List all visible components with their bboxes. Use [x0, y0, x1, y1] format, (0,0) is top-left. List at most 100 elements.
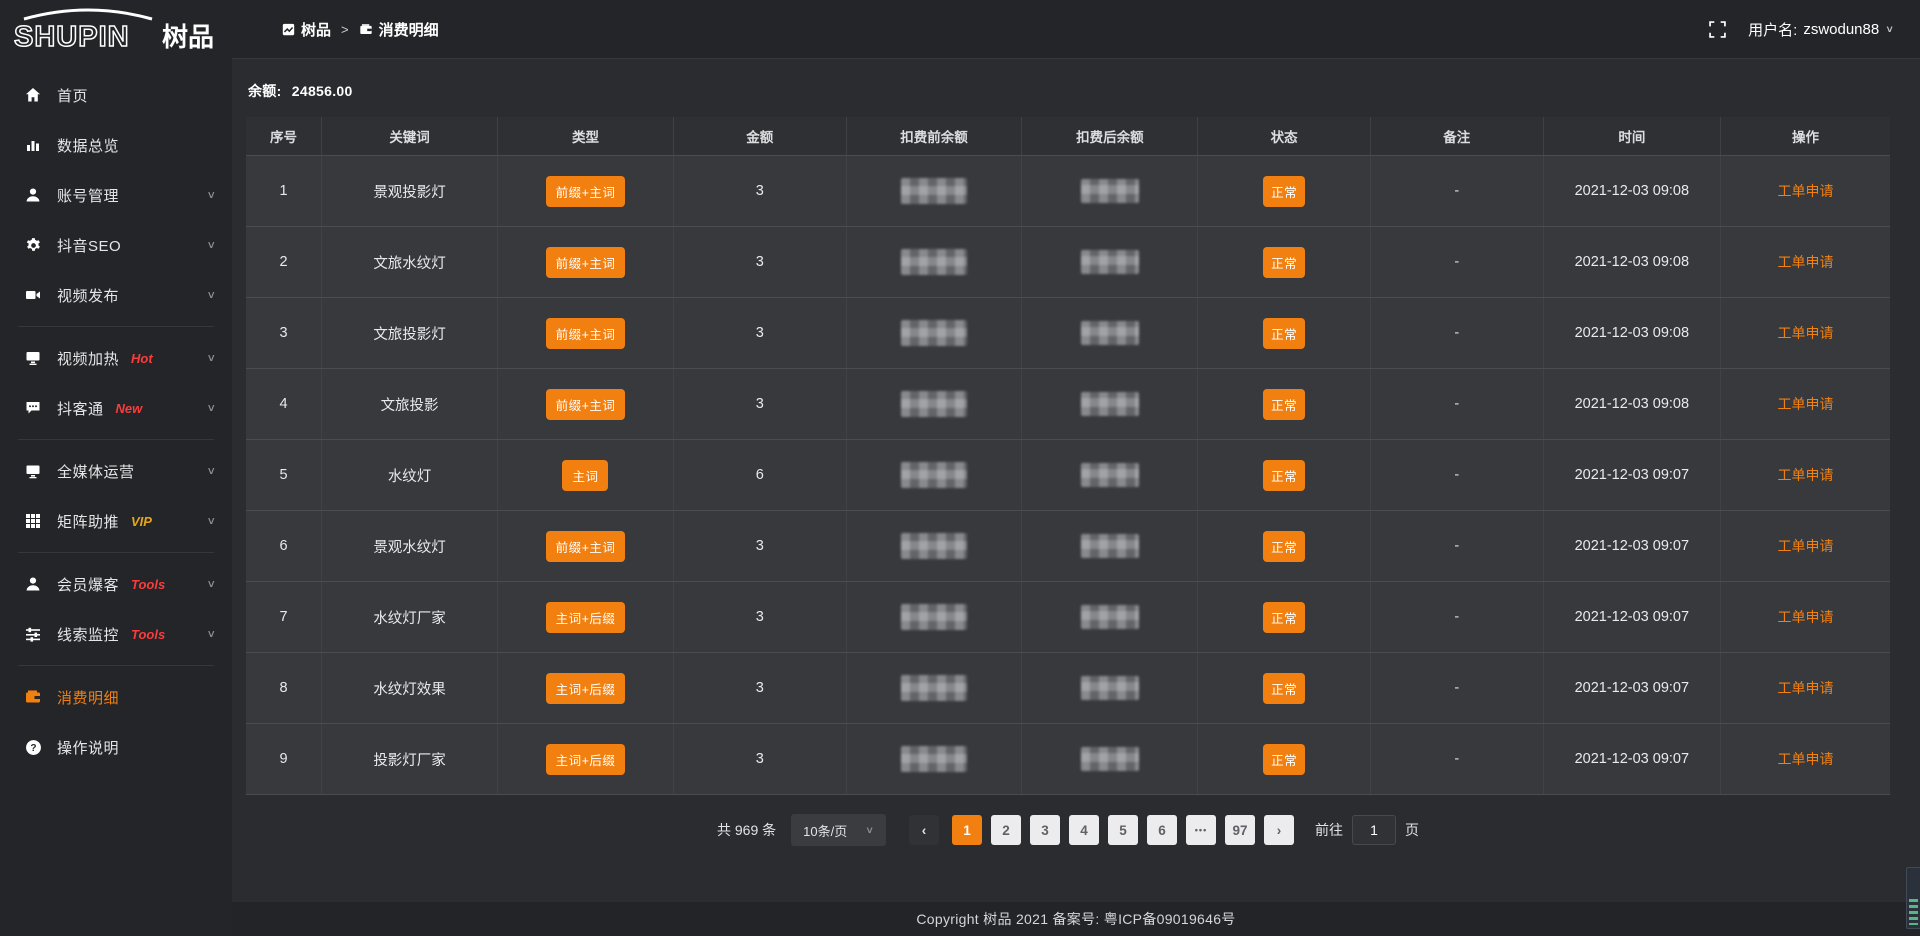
cell-amount: 3: [673, 653, 846, 724]
sidebar-item-consume-detail[interactable]: 消费明细: [0, 672, 232, 722]
cell-action: 工单申请: [1721, 227, 1890, 298]
grid-matrix-icon: [24, 512, 42, 530]
cell-status: 正常: [1198, 511, 1371, 582]
cell-time: 2021-12-03 09:07: [1543, 511, 1721, 582]
sidebar-item-label: 消费明细: [57, 687, 119, 708]
cell-balance-before: [846, 298, 1022, 369]
work-order-link[interactable]: 工单申请: [1778, 254, 1834, 270]
corner-widget[interactable]: [1906, 867, 1920, 929]
cell-keyword: 投影灯厂家: [322, 724, 498, 795]
sidebar-item-douyin-seo[interactable]: 抖音SEO ∨: [0, 220, 232, 270]
cell-balance-after: [1022, 582, 1198, 653]
menu-divider: [18, 326, 214, 327]
table-row: 3 文旅投影灯 前缀+主词 3 正常 - 2021-12-03 09:08 工单…: [246, 298, 1890, 369]
cell-time: 2021-12-03 09:07: [1543, 724, 1721, 795]
prev-page-button[interactable]: ‹: [909, 815, 939, 845]
sidebar-item-home[interactable]: 首页: [0, 70, 232, 120]
cell-amount: 3: [673, 156, 846, 227]
blurred-value: [1081, 605, 1139, 629]
sidebar-item-account-mgmt[interactable]: 账号管理 ∨: [0, 170, 232, 220]
blurred-value: [901, 604, 967, 630]
goto-page-input[interactable]: [1352, 815, 1396, 845]
work-order-link[interactable]: 工单申请: [1778, 325, 1834, 341]
cell-amount: 3: [673, 227, 846, 298]
sidebar-item-doukedtong[interactable]: 抖客通 New ∨: [0, 383, 232, 433]
screen-play-icon: [24, 349, 42, 367]
cell-balance-after: [1022, 227, 1198, 298]
chevron-down-icon: ∨: [206, 578, 216, 591]
blurred-value: [901, 178, 967, 204]
breadcrumb-separator: >: [341, 22, 349, 37]
work-order-link[interactable]: 工单申请: [1778, 396, 1834, 412]
topbar-right: 用户名: zswodun88 ∨: [1709, 19, 1894, 40]
sidebar-item-instructions[interactable]: ? 操作说明: [0, 722, 232, 772]
page-button-97[interactable]: 97: [1225, 815, 1255, 845]
status-badge: 正常: [1263, 389, 1305, 420]
sidebar-item-lead-monitor[interactable]: 线索监控 Tools ∨: [0, 609, 232, 659]
page-button-4[interactable]: 4: [1069, 815, 1099, 845]
sidebar-item-data-overview[interactable]: 数据总览: [0, 120, 232, 170]
cell-status: 正常: [1198, 298, 1371, 369]
cell-type: 前缀+主词: [498, 369, 674, 440]
page-button-6[interactable]: 6: [1147, 815, 1177, 845]
sidebar-item-member-burst[interactable]: 会员爆客 Tools ∨: [0, 559, 232, 609]
cell-no: 9: [246, 724, 322, 795]
work-order-link[interactable]: 工单申请: [1778, 538, 1834, 554]
cell-type: 前缀+主词: [498, 298, 674, 369]
cell-amount: 3: [673, 582, 846, 653]
sidebar-item-video-publish[interactable]: 视频发布 ∨: [0, 270, 232, 320]
goto-suffix: 页: [1405, 820, 1419, 840]
video-upload-icon: [24, 286, 42, 304]
logo-text-cn: 树品: [162, 22, 214, 52]
cell-remark: -: [1370, 227, 1543, 298]
breadcrumb-item-consume-detail[interactable]: 消费明细: [359, 19, 439, 40]
cell-no: 7: [246, 582, 322, 653]
sidebar-item-label: 矩阵助推: [57, 511, 119, 532]
user-icon: [24, 186, 42, 204]
cell-balance-after: [1022, 369, 1198, 440]
cell-balance-after: [1022, 724, 1198, 795]
work-order-link[interactable]: 工单申请: [1778, 183, 1834, 199]
user-dropdown[interactable]: 用户名: zswodun88 ∨: [1748, 19, 1894, 40]
table-row: 8 水纹灯效果 主词+后缀 3 正常 - 2021-12-03 09:07 工单…: [246, 653, 1890, 724]
breadcrumb-label: 消费明细: [379, 19, 439, 40]
breadcrumb-item-shupin[interactable]: 树品: [282, 19, 331, 40]
chevron-down-icon: ∨: [206, 628, 216, 641]
wallet-icon: [359, 23, 373, 36]
blurred-value: [901, 391, 967, 417]
sidebar-item-video-heat[interactable]: 视频加热 Hot ∨: [0, 333, 232, 383]
copyright-text: Copyright 树品 2021 备案号: 粤ICP备09019646号: [916, 909, 1235, 929]
table-row: 1 景观投影灯 前缀+主词 3 正常 - 2021-12-03 09:08 工单…: [246, 156, 1890, 227]
work-order-link[interactable]: 工单申请: [1778, 467, 1834, 483]
work-order-link[interactable]: 工单申请: [1778, 680, 1834, 696]
blurred-value: [1081, 179, 1139, 203]
next-page-button[interactable]: ›: [1264, 815, 1294, 845]
table-row: 7 水纹灯厂家 主词+后缀 3 正常 - 2021-12-03 09:07 工单…: [246, 582, 1890, 653]
cell-no: 4: [246, 369, 322, 440]
page-size-select[interactable]: 10条/页 ∨: [791, 814, 886, 846]
app-window: SHUPIN 树品 首页 数据总览 账号管理: [0, 0, 1920, 936]
fullscreen-icon[interactable]: [1709, 21, 1726, 38]
page-button-3[interactable]: 3: [1030, 815, 1060, 845]
page-button-1[interactable]: 1: [952, 815, 982, 845]
blurred-value: [1081, 250, 1139, 274]
sidebar-item-media-ops[interactable]: 全媒体运营 ∨: [0, 446, 232, 496]
cell-amount: 3: [673, 724, 846, 795]
page-button-5[interactable]: 5: [1108, 815, 1138, 845]
cell-time: 2021-12-03 09:07: [1543, 582, 1721, 653]
more-pages-button[interactable]: •••: [1186, 815, 1216, 845]
sidebar-item-label: 全媒体运营: [57, 461, 135, 482]
question-icon: ?: [24, 738, 42, 756]
balance-value: 24856.00: [292, 83, 353, 99]
balance: 余额: 24856.00: [248, 81, 1890, 101]
chat-icon: [24, 399, 42, 417]
table-body: 1 景观投影灯 前缀+主词 3 正常 - 2021-12-03 09:08 工单…: [246, 156, 1890, 795]
content: 余额: 24856.00 序号 关键词 类型 金额 扣费前余额 扣费: [232, 59, 1920, 902]
work-order-link[interactable]: 工单申请: [1778, 609, 1834, 625]
page-button-2[interactable]: 2: [991, 815, 1021, 845]
home-icon: [24, 86, 42, 104]
work-order-link[interactable]: 工单申请: [1778, 751, 1834, 767]
sidebar-item-label: 账号管理: [57, 185, 119, 206]
sidebar-item-matrix-boost[interactable]: 矩阵助推 VIP ∨: [0, 496, 232, 546]
cell-balance-after: [1022, 511, 1198, 582]
